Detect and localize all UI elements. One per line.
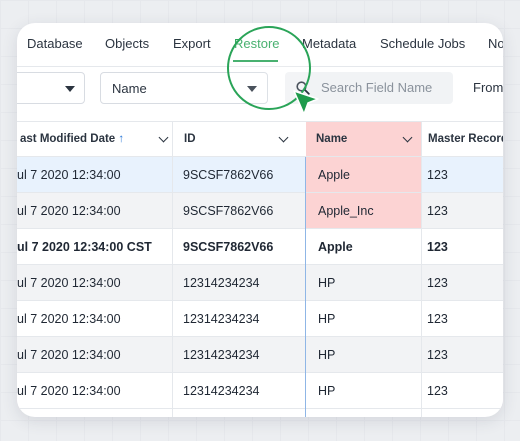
cell-last-modified-date: ul 7 2020 12:34:00 — [17, 312, 121, 326]
tab-objects[interactable]: Objects — [105, 36, 149, 51]
tab-truncated[interactable]: No — [488, 36, 503, 51]
object-select[interactable] — [17, 72, 85, 104]
field-select-value: Name — [112, 81, 147, 96]
header-label: ID — [184, 133, 196, 145]
cell-id: 12314234234 — [183, 312, 260, 326]
table-row[interactable]: ul 7 2020 12:34:00 CST 9SCSF7862V66 Apple 1… — [17, 229, 503, 265]
cell-master-record: 123 — [427, 204, 448, 218]
tab-database[interactable]: Database — [27, 36, 83, 51]
header-master-record[interactable]: Master Record — [422, 122, 503, 156]
sort-ascending-icon[interactable]: ↑ — [118, 133, 124, 145]
cell-id: 12314234234 — [183, 276, 260, 290]
cell-name: Apple — [318, 168, 350, 182]
header-label: Master Record — [428, 133, 503, 145]
cell-last-modified-date: ul 7 2020 12:34:00 — [17, 276, 121, 290]
cell-name: HP — [318, 312, 336, 326]
column-divider — [172, 121, 173, 417]
header-name[interactable]: Name — [306, 122, 421, 156]
cell-name: HP — [318, 348, 336, 362]
cell-master-record: 123 — [427, 240, 448, 254]
table-row[interactable]: ul 7 2020 12:34:00 12314234234 HP 123 — [17, 337, 503, 373]
header-id[interactable]: ID — [183, 122, 305, 156]
cell-last-modified-date: ul 7 2020 12:34:00 — [17, 168, 121, 182]
cell-id: 12314234234 — [183, 384, 260, 398]
column-divider-selected — [305, 157, 306, 417]
tab-export[interactable]: Export — [173, 36, 211, 51]
table-row[interactable]: ul 7 2020 12:34:00 12314234234 HP 123 — [17, 373, 503, 409]
cell-last-modified-date: ul 7 2020 12:34:00 — [17, 204, 121, 218]
pointer-cursor-icon — [293, 90, 319, 115]
table-row[interactable]: ul 7 2020 12:34:00 12314234234 HP 123 — [17, 301, 503, 337]
table-row[interactable]: ul 7 2020 12:34:00 9SCSF7862V66 Apple 123 — [17, 157, 503, 193]
chevron-down-icon[interactable] — [278, 132, 289, 143]
restore-panel: Database Objects Export Restore Metadata… — [17, 23, 503, 417]
cell-name: Apple — [318, 240, 353, 254]
cell-last-modified-date: ul 7 2020 12:34:00 — [17, 348, 121, 362]
cell-id: 12314234234 — [183, 348, 260, 362]
cell-name: HP — [318, 384, 336, 398]
cell-name: HP — [318, 276, 336, 290]
search-placeholder: Search Field Name — [321, 80, 433, 95]
chevron-down-icon[interactable] — [402, 132, 413, 143]
tab-metadata[interactable]: Metadata — [302, 36, 356, 51]
table-row[interactable]: ul 7 2020 12:34:00 12314234234 HP 123 — [17, 265, 503, 301]
table-row[interactable]: ul 7 2020 12:34:00 9SCSF7862V66 Apple_Inc 1… — [17, 193, 503, 229]
cell-id: 9SCSF7862V66 — [183, 240, 274, 254]
cell-master-record: 123 — [427, 384, 448, 398]
cell-master-record: 123 — [427, 276, 448, 290]
cell-last-modified-date: ul 7 2020 12:34:00 — [17, 384, 121, 398]
chevron-down-icon[interactable] — [158, 132, 169, 143]
cell-last-modified-date: ul 7 2020 12:34:00 CST — [17, 240, 152, 254]
cell-name: Apple_Inc — [318, 204, 374, 218]
cell-master-record: 123 — [427, 348, 448, 362]
from-label: From — [473, 80, 503, 95]
column-divider — [421, 121, 422, 417]
table-header: ast Modified Date ↑ ID Name Master Recor… — [17, 121, 503, 157]
header-label: Name — [316, 133, 348, 145]
cell-id: 9SCSF7862V66 — [183, 168, 274, 182]
chevron-down-icon — [65, 86, 75, 92]
cell-master-record: 123 — [427, 312, 448, 326]
header-last-modified-date[interactable]: ast Modified Date ↑ — [17, 122, 172, 156]
tab-schedule-jobs[interactable]: Schedule Jobs — [380, 36, 465, 51]
cell-master-record: 123 — [427, 168, 448, 182]
cell-id: 9SCSF7862V66 — [183, 204, 274, 218]
header-label: ast Modified Date — [20, 133, 116, 145]
